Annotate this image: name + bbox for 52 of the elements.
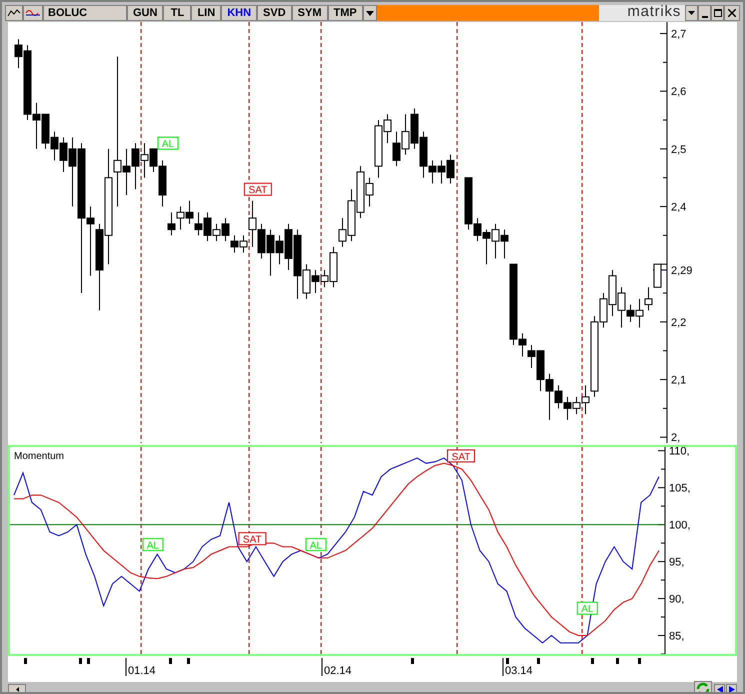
price-axis-label: 2, xyxy=(671,432,680,443)
caret-icon xyxy=(16,686,18,692)
caret-icon xyxy=(688,11,695,15)
price-axis-label: 2,1 xyxy=(671,374,686,387)
date-label: 02.14 xyxy=(324,665,352,677)
momentum-axis-label: 110, xyxy=(669,447,690,458)
chart-icon[interactable] xyxy=(5,5,23,21)
price-axis-label: 2,6 xyxy=(671,86,686,98)
chart-tab[interactable]: LIN xyxy=(191,5,222,21)
chart-tab[interactable]: SVD xyxy=(257,5,292,21)
chart-tab[interactable]: KHN xyxy=(221,5,258,21)
maximize-button[interactable] xyxy=(711,5,724,21)
next-button[interactable] xyxy=(726,684,737,692)
date-label: 01.14 xyxy=(128,665,156,677)
scroll-left-button[interactable] xyxy=(8,684,26,692)
symbol-field[interactable]: BOLUC xyxy=(43,5,127,21)
triangle-right-icon xyxy=(728,686,734,692)
signal-marker: AL xyxy=(157,136,178,150)
caret-icon xyxy=(366,10,374,16)
price-axis-label: 2,7 xyxy=(671,28,686,41)
logo: matriks xyxy=(599,5,685,21)
close-button[interactable] xyxy=(724,5,740,21)
price-axis-label: 2,5 xyxy=(671,144,686,156)
momentum-axis-label: 100, xyxy=(669,520,690,532)
chart-tab[interactable]: GUN xyxy=(127,5,164,21)
momentum-axis-label: 105, xyxy=(669,482,690,495)
dropdown-button[interactable] xyxy=(685,5,698,21)
signal-marker: AL xyxy=(142,538,164,552)
triangle-left-icon xyxy=(716,686,722,692)
minimize-button[interactable] xyxy=(698,5,711,21)
price-axis-label: 2,4 xyxy=(671,202,686,214)
last-price-label: 2,29 xyxy=(671,264,692,277)
chart-title: Momentum xyxy=(14,451,64,462)
last-price-line xyxy=(652,269,668,270)
wave-chart-icon[interactable] xyxy=(23,5,43,21)
dropdown-button[interactable] xyxy=(362,5,377,21)
date-label: 03.14 xyxy=(505,665,533,677)
refresh-icon xyxy=(696,682,710,692)
chart-tab[interactable]: SYM xyxy=(292,5,328,21)
price-axis-label: 2,2 xyxy=(671,316,686,329)
momentum-axis-label: 95, xyxy=(669,556,684,569)
signal-marker: AL xyxy=(576,602,598,616)
close-icon xyxy=(728,9,736,17)
momentum-axis-label: 90, xyxy=(669,594,684,606)
previous-button[interactable] xyxy=(714,684,725,692)
momentum-axis-label: 85, xyxy=(669,630,684,643)
signal-marker: SAT xyxy=(244,182,272,196)
signal-marker: SAT xyxy=(238,532,266,546)
signal-marker: AL xyxy=(305,538,326,552)
chart-tab[interactable]: TMP xyxy=(328,5,363,21)
signal-marker: SAT xyxy=(447,449,476,463)
chart-tab[interactable]: TL xyxy=(163,5,192,21)
